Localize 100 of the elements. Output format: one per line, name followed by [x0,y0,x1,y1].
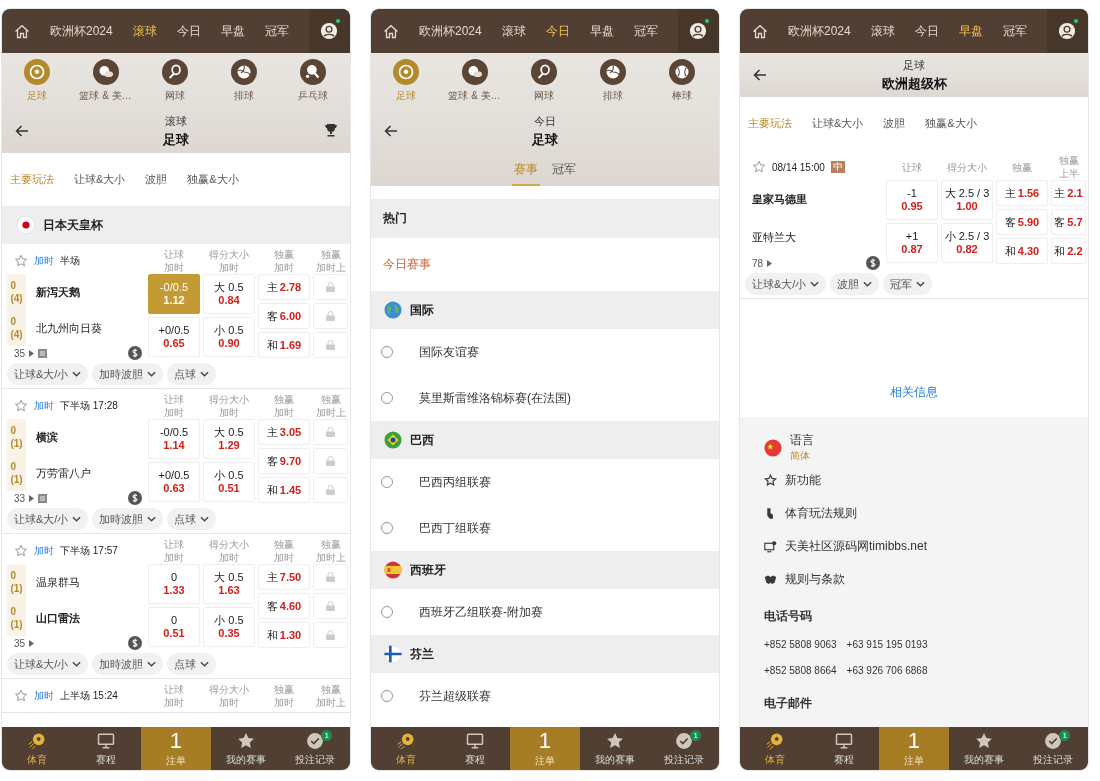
related-info-link[interactable]: 相关信息 [890,383,938,401]
odds-button[interactable]: 客 6.00 [258,303,310,329]
back-arrow-icon[interactable] [752,67,768,83]
bottom-nav-tab[interactable]: 体育 [371,727,441,770]
dollar-coin-icon[interactable] [128,346,142,360]
back-arrow-icon[interactable] [383,123,399,139]
nav-tab[interactable]: 欧洲杯2024 [49,22,113,40]
bottom-nav-tab[interactable]: 1 注单 [510,727,580,770]
sport-tab[interactable]: 排球 [209,53,278,109]
odds-button[interactable]: +0/0.5 0.65 [148,317,200,357]
home-icon[interactable] [383,22,399,40]
star-outline-icon[interactable] [14,399,28,413]
bottom-nav-tab[interactable]: 投注记录 1 [1018,727,1088,770]
league-name[interactable]: 巴西丁组联赛 [419,519,491,537]
nav-tab[interactable]: 冠军 [633,22,658,40]
star-outline-icon[interactable] [14,544,28,558]
sport-tab[interactable]: 网球 [140,53,209,109]
sport-tab[interactable]: 乒乓球 [278,53,347,109]
profile-button[interactable] [1046,9,1088,53]
odds-button[interactable]: 大 0.5 1.63 [203,564,255,604]
market-count[interactable]: 35 [14,637,26,649]
sport-tab[interactable]: 篮球 & 美… [71,53,140,109]
league-link[interactable]: 今日赛事 [383,256,431,273]
nav-tab[interactable]: 早盘 [958,22,983,40]
home-icon[interactable] [14,22,30,40]
bottom-nav-tab[interactable]: 体育 [740,727,810,770]
odds-button[interactable]: 大 2.5 / 3 1.00 [941,180,993,220]
odds-button[interactable]: 和 2.2 [1051,238,1086,264]
odds-button[interactable]: 和 4.30 [996,238,1048,264]
menu-item[interactable]: 体育玩法规则 [785,505,857,522]
nav-tab[interactable]: 今日 [545,22,570,40]
odds-button[interactable]: 客 9.70 [258,448,310,474]
odds-button[interactable]: 主 2.1 [1051,180,1086,206]
sport-tab[interactable]: 网球 [509,53,578,109]
back-arrow-icon[interactable] [14,123,30,139]
bottom-nav-tab[interactable]: 1 注单 [141,727,211,770]
dollar-coin-icon[interactable] [128,491,142,505]
phone-number[interactable]: +852 5808 9063 [764,638,837,650]
star-outline-icon[interactable] [752,160,766,174]
nav-tab[interactable]: 冠军 [264,22,289,40]
odds-button[interactable]: 客 4.60 [258,593,310,619]
market-tab[interactable]: 波胆 [145,172,168,187]
odds-button[interactable]: 大 0.5 1.29 [203,419,255,459]
market-dropdown[interactable]: 点球 [167,653,217,675]
bottom-nav-tab[interactable]: 我的赛事 [948,727,1019,770]
star-outline-icon[interactable] [14,254,28,268]
market-dropdown[interactable]: 加時波胆 [92,508,164,530]
sport-tab[interactable]: 棒球 [647,53,716,109]
bottom-nav-tab[interactable]: 我的赛事 [210,727,281,770]
nav-tab[interactable]: 早盘 [589,22,614,40]
nav-tab[interactable]: 滚球 [132,22,157,40]
bottom-nav-tab[interactable]: 投注记录 1 [649,727,719,770]
sub-tab[interactable]: 冠军 [550,161,578,186]
league-name[interactable]: 芬兰超级联赛 [419,687,491,705]
star-outline-icon[interactable] [14,689,28,703]
nav-tab[interactable]: 今日 [176,22,201,40]
odds-button[interactable]: +1 0.87 [886,223,938,263]
league-name[interactable]: 莫里斯雷维洛锦标赛(在法国) [419,389,571,407]
trophy-icon[interactable] [324,123,338,137]
nav-tab[interactable]: 今日 [914,22,939,40]
video-icon[interactable] [38,348,48,358]
odds-button[interactable]: 0 1.33 [148,564,200,604]
profile-button[interactable] [308,9,350,53]
market-dropdown[interactable]: 让球&大/小 [7,508,89,530]
profile-button[interactable] [677,9,719,53]
market-dropdown[interactable]: 加時波胆 [92,653,164,675]
odds-button[interactable]: 小 2.5 / 3 0.82 [941,223,993,263]
bottom-nav-tab[interactable]: 赛程 [71,727,142,770]
market-tab[interactable]: 波胆 [883,116,906,131]
nav-tab[interactable]: 滚球 [870,22,895,40]
sport-tab[interactable]: 篮球 & 美… [440,53,509,109]
odds-button[interactable]: -1 0.95 [886,180,938,220]
league-name[interactable]: 国际友谊赛 [419,343,479,361]
odds-button[interactable]: +0/0.5 0.63 [148,462,200,502]
bottom-nav-tab[interactable]: 1 注单 [879,727,949,770]
odds-button[interactable]: 和 1.69 [258,332,310,358]
market-tab[interactable]: 让球&大小 [812,116,864,131]
odds-button[interactable]: 和 1.30 [258,622,310,648]
phone-number[interactable]: +852 5808 8664 [764,664,837,676]
market-dropdown[interactable]: 让球&大/小 [7,363,89,385]
market-dropdown[interactable]: 点球 [167,363,217,385]
bottom-nav-tab[interactable]: 我的赛事 [579,727,650,770]
market-dropdown[interactable]: 加時波胆 [92,363,164,385]
menu-item[interactable]: 语言 [790,432,814,449]
market-tab[interactable]: 独赢&大小 [925,116,977,131]
phone-number[interactable]: +63 926 706 6868 [846,664,928,676]
odds-button[interactable]: 主 3.05 [258,419,310,445]
bottom-nav-tab[interactable]: 赛程 [440,727,511,770]
bottom-nav-tab[interactable]: 投注记录 1 [280,727,350,770]
market-count[interactable]: 35 [14,347,26,359]
market-dropdown[interactable]: 波胆 [830,273,880,295]
market-count[interactable]: 78 [752,257,764,269]
market-dropdown[interactable]: 冠军 [883,273,933,295]
nav-tab[interactable]: 早盘 [220,22,245,40]
nav-tab[interactable]: 滚球 [501,22,526,40]
market-dropdown[interactable]: 让球&大/小 [745,273,827,295]
league-name[interactable]: 西班牙乙组联赛-附加赛 [419,603,543,621]
nav-tab[interactable]: 冠军 [1002,22,1027,40]
odds-button[interactable]: 客 5.90 [996,209,1048,235]
menu-item[interactable]: 规则与条款 [785,571,845,588]
